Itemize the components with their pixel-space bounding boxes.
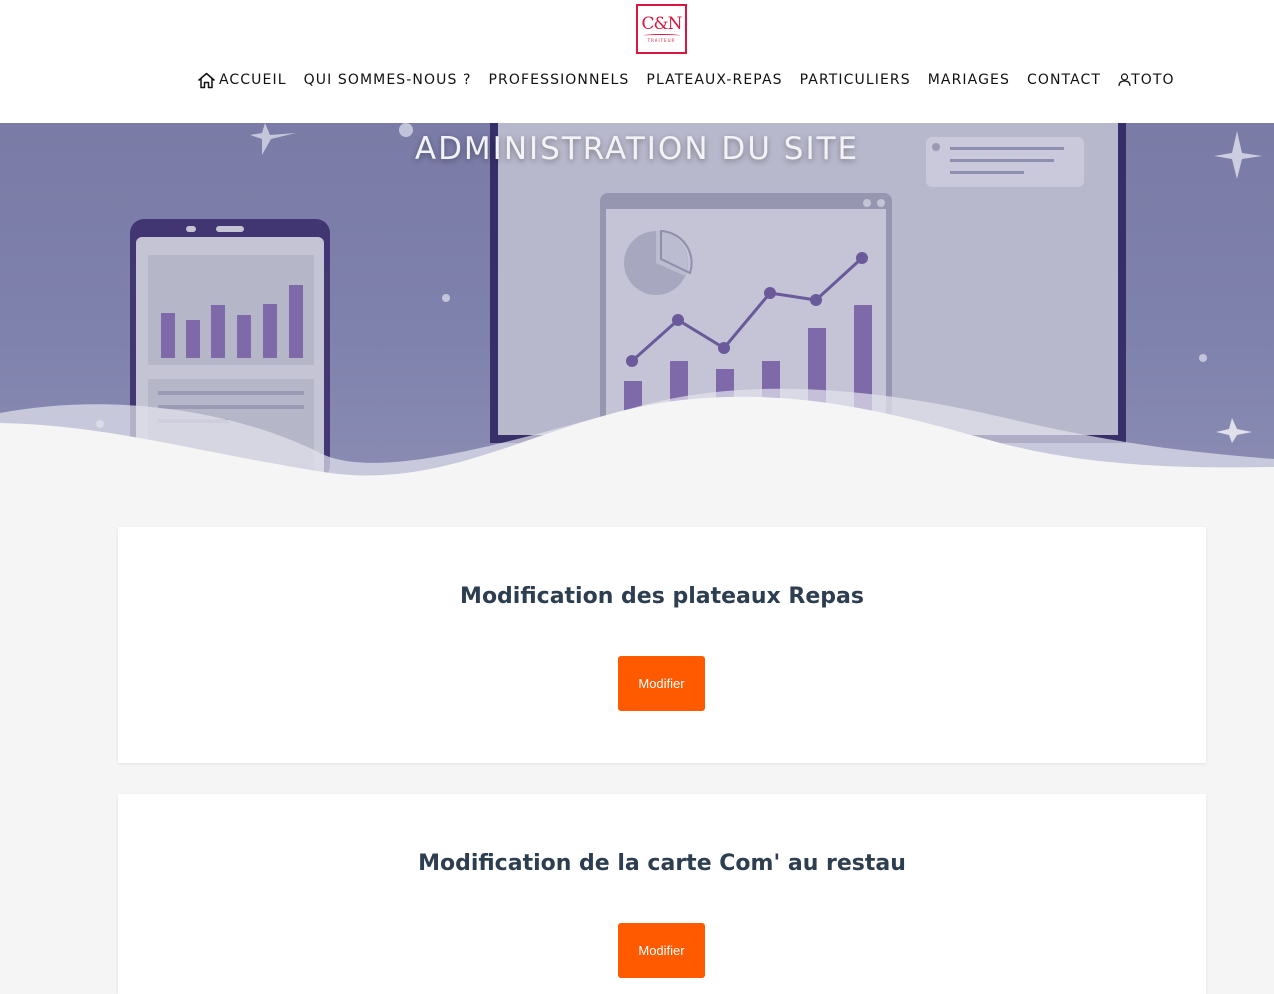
site-logo[interactable]: C&N TRAITEUR xyxy=(636,4,687,54)
logo-mark: C&N xyxy=(641,14,682,34)
home-icon xyxy=(197,72,216,89)
modify-carte-button[interactable]: Modifier xyxy=(618,923,705,978)
admin-card-carte: Modification de la carte Com' au restau … xyxy=(118,794,1206,994)
nav-label: TOTO xyxy=(1131,72,1175,88)
hero-banner: ADMINISTRATION DU SITE xyxy=(0,123,1274,483)
card-title: Modification de la carte Com' au restau xyxy=(418,851,906,876)
nav-item-qui-sommes-nous[interactable]: QUI SOMMES-NOUS ? xyxy=(304,72,472,88)
logo-swoosh xyxy=(643,34,680,37)
nav-item-plateaux-repas[interactable]: PLATEAUX-REPAS xyxy=(646,72,782,88)
user-icon xyxy=(1118,73,1131,87)
nav-label: ACCUEIL xyxy=(219,72,287,88)
page-title: ADMINISTRATION DU SITE xyxy=(414,131,860,167)
hero-illustration xyxy=(0,123,1274,483)
card-title: Modification des plateaux Repas xyxy=(460,584,864,609)
nav-item-particuliers[interactable]: PARTICULIERS xyxy=(800,72,911,88)
site-header: C&N TRAITEUR ACCUEIL QUI SOMMES-NOUS ? P… xyxy=(0,0,1274,123)
nav-item-contact[interactable]: CONTACT xyxy=(1027,72,1101,88)
admin-card-plateaux: Modification des plateaux Repas Modifier xyxy=(118,527,1206,763)
nav-item-accueil[interactable]: ACCUEIL xyxy=(197,72,287,89)
nav-item-account[interactable]: TOTO xyxy=(1118,72,1175,88)
modify-plateaux-button[interactable]: Modifier xyxy=(618,656,705,711)
nav-item-mariages[interactable]: MARIAGES xyxy=(928,72,1010,88)
main-nav: ACCUEIL QUI SOMMES-NOUS ? PROFESSIONNELS… xyxy=(197,68,1175,92)
nav-item-professionnels[interactable]: PROFESSIONNELS xyxy=(489,72,630,88)
logo-subtitle: TRAITEUR xyxy=(647,38,676,43)
